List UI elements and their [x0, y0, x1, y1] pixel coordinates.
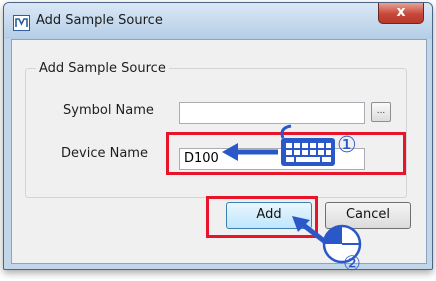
title-bar[interactable]: Add Sample Source x [4, 3, 432, 39]
symbol-name-label: Symbol Name [63, 103, 154, 118]
step-1-badge: ① [337, 133, 357, 158]
step-2-badge: ② [343, 251, 361, 275]
window-title: Add Sample Source [36, 13, 163, 28]
group-title: Add Sample Source [36, 61, 169, 76]
close-icon: x [396, 4, 406, 20]
symbol-name-input[interactable] [179, 102, 365, 124]
keyboard-icon [280, 124, 335, 166]
device-name-label: Device Name [61, 146, 148, 161]
app-icon [13, 15, 30, 31]
browse-button[interactable]: ... [371, 102, 391, 122]
arrow-left-icon [222, 143, 278, 161]
close-button[interactable]: x [378, 3, 424, 24]
